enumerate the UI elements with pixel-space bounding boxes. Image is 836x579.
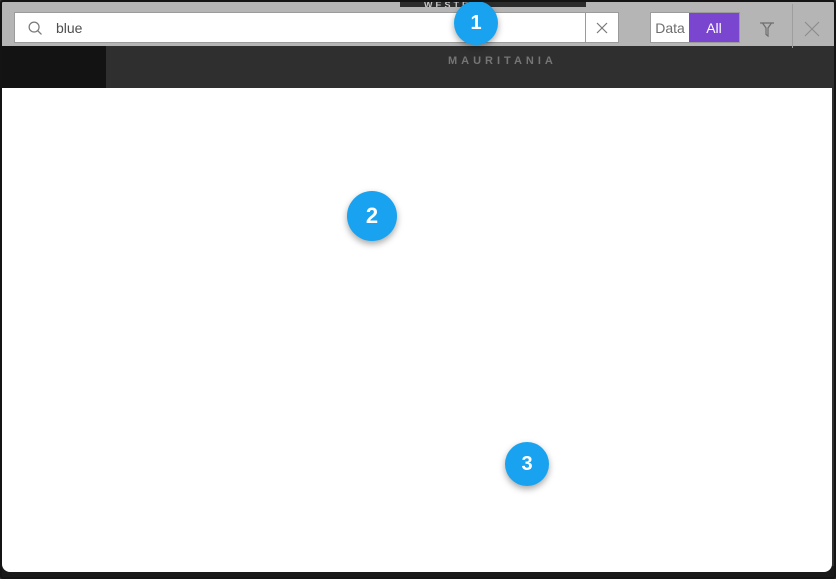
search-icon — [26, 19, 44, 37]
app-window: MAURITANIA Data All — [0, 0, 836, 579]
scope-data-button[interactable]: Data — [651, 13, 689, 42]
close-search-button[interactable] — [801, 18, 823, 45]
search-results-panel — [2, 88, 832, 572]
map-label-patch: WESTER — [400, 0, 586, 7]
map-label-mauritania: MAURITANIA — [448, 55, 557, 67]
close-x-icon — [801, 18, 823, 40]
search-scope-toggle: Data All — [650, 12, 740, 43]
annotation-callout-3: 3 — [505, 442, 549, 486]
annotation-callout-2: 2 — [347, 191, 397, 241]
scope-all-button[interactable]: All — [689, 13, 739, 42]
search-toolbar: Data All — [2, 2, 834, 46]
map-ocean-area — [0, 46, 106, 92]
toolbar-divider — [792, 4, 793, 48]
annotation-callout-1: 1 — [454, 1, 498, 45]
filter-button[interactable] — [757, 19, 777, 44]
clear-search-button[interactable] — [585, 12, 619, 43]
filter-funnel-icon — [757, 19, 777, 39]
clear-x-icon — [596, 22, 608, 34]
search-input[interactable] — [44, 13, 585, 42]
search-box[interactable] — [14, 12, 586, 43]
